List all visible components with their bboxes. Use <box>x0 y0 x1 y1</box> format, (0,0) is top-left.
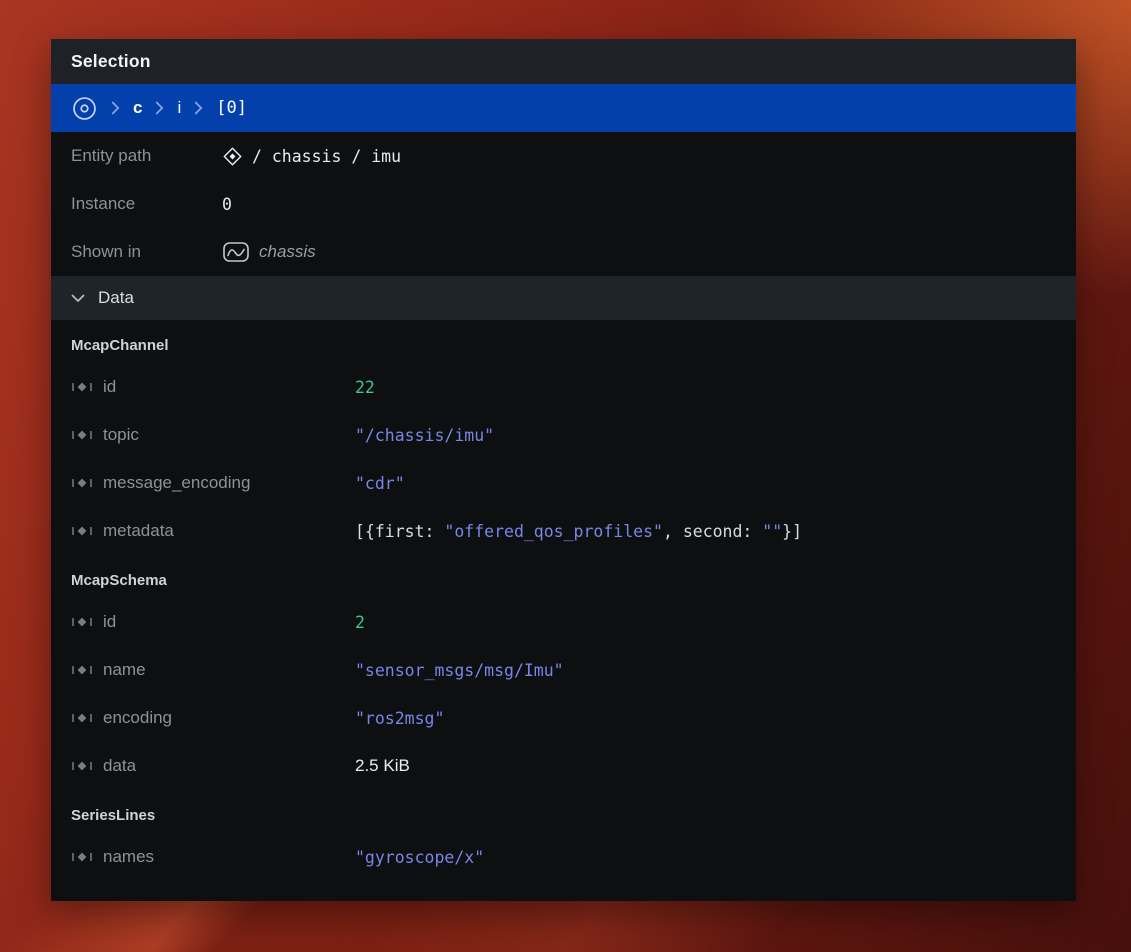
component-value: "/chassis/imu" <box>355 426 494 445</box>
component-icon <box>71 615 93 629</box>
data-section-header[interactable]: Data <box>51 276 1076 320</box>
component-value-metadata: [{first: "offered_qos_profiles", second:… <box>355 522 802 541</box>
chevron-down-icon <box>71 294 85 303</box>
component-value: "sensor_msgs/msg/Imu" <box>355 661 564 680</box>
component-value: "gyroscope/x" <box>355 848 484 867</box>
archetype-heading: McapSchema <box>71 555 1056 598</box>
component-label: data <box>103 756 136 776</box>
component-icon <box>71 428 93 442</box>
selection-panel: Selection c i [0] Entity path <box>51 39 1076 901</box>
component-value: 2 <box>355 613 365 632</box>
component-label: message_encoding <box>103 473 250 493</box>
chevron-right-icon <box>111 101 120 115</box>
metadata-token: }] <box>782 522 802 541</box>
component-row: names "gyroscope/x" <box>71 833 1056 881</box>
shown-in-view-link[interactable]: chassis <box>259 242 316 262</box>
selection-panel-header: Selection <box>51 39 1076 84</box>
entity-path-text: / chassis / imu <box>252 147 401 166</box>
component-label: names <box>103 847 154 867</box>
breadcrumb: c i [0] <box>51 84 1076 132</box>
component-icon <box>71 380 93 394</box>
instance-row: Instance 0 <box>51 180 1076 228</box>
breadcrumb-segment-instance[interactable]: [0] <box>216 98 247 118</box>
instance-value: 0 <box>222 195 232 214</box>
metadata-token: "" <box>762 522 782 541</box>
component-label: topic <box>103 425 139 445</box>
archetype-heading: SeriesLines <box>71 790 1056 833</box>
data-section-title: Data <box>98 288 134 308</box>
component-icon <box>71 759 93 773</box>
component-row: encoding "ros2msg" <box>71 694 1056 742</box>
chevron-right-icon <box>155 101 164 115</box>
component-row: name "sensor_msgs/msg/Imu" <box>71 646 1056 694</box>
selection-summary: Entity path / chassis / imu Instance 0 S… <box>51 132 1076 276</box>
archetype-heading: McapChannel <box>71 320 1056 363</box>
instance-label: Instance <box>71 194 222 214</box>
breadcrumb-segment-chassis[interactable]: c <box>133 98 142 118</box>
component-value: 22 <box>355 378 375 397</box>
component-label: encoding <box>103 708 172 728</box>
metadata-token: [{first: <box>355 522 444 541</box>
shown-in-value[interactable]: chassis <box>222 240 316 264</box>
component-row: message_encoding "cdr" <box>71 459 1056 507</box>
component-label: id <box>103 612 116 632</box>
component-row: metadata [{first: "offered_qos_profiles"… <box>71 507 1056 555</box>
component-icon <box>71 850 93 864</box>
component-row: id 22 <box>71 363 1056 411</box>
entity-icon <box>222 146 243 167</box>
component-icon <box>71 711 93 725</box>
component-icon <box>71 524 93 538</box>
metadata-token: , second: <box>663 522 762 541</box>
component-value: 2.5 KiB <box>355 756 410 776</box>
shown-in-row: Shown in chassis <box>51 228 1076 276</box>
entity-path-label: Entity path <box>71 146 222 166</box>
component-value: "ros2msg" <box>355 709 444 728</box>
component-value: "cdr" <box>355 474 405 493</box>
component-label: name <box>103 660 146 680</box>
timeseries-view-icon <box>222 240 250 264</box>
metadata-token: "offered_qos_profiles" <box>444 522 663 541</box>
component-icon <box>71 663 93 677</box>
component-label: metadata <box>103 521 174 541</box>
component-label: id <box>103 377 116 397</box>
component-row: topic "/chassis/imu" <box>71 411 1056 459</box>
component-row: id 2 <box>71 598 1056 646</box>
component-icon <box>71 476 93 490</box>
panel-title: Selection <box>71 51 151 72</box>
shown-in-label: Shown in <box>71 242 222 262</box>
component-row: data 2.5 KiB <box>71 742 1056 790</box>
data-section-body[interactable]: McapChannel id 22 topic <box>51 320 1076 901</box>
breadcrumb-segment-imu[interactable]: i <box>177 98 181 118</box>
chevron-right-icon <box>194 101 203 115</box>
entity-path-row: Entity path / chassis / imu <box>51 132 1076 180</box>
recording-icon[interactable] <box>71 95 98 122</box>
entity-path-value[interactable]: / chassis / imu <box>222 146 401 167</box>
